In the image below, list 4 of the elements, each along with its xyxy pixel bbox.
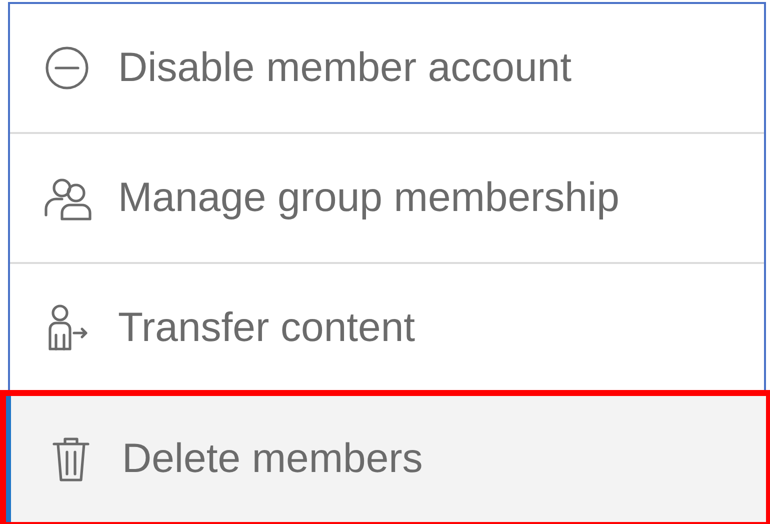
menu-item-label: Manage group membership [118, 173, 620, 222]
menu-item-label: Disable member account [118, 43, 572, 92]
menu-item-label: Transfer content [118, 303, 416, 352]
menu-item-label: Delete members [122, 434, 423, 484]
